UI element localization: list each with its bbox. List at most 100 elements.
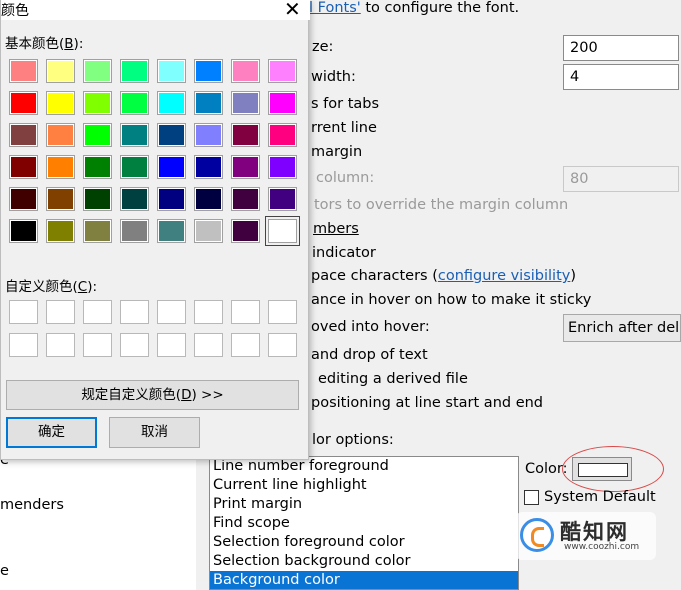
tab-width-input[interactable]: 4	[563, 64, 679, 90]
list-item[interactable]: Find scope	[210, 514, 518, 533]
color-swatch[interactable]	[83, 219, 112, 243]
custom-color-swatch[interactable]	[120, 333, 149, 357]
color-swatch[interactable]	[9, 187, 38, 211]
custom-color-swatch[interactable]	[268, 300, 297, 324]
custom-color-swatch[interactable]	[194, 333, 223, 357]
color-swatch[interactable]	[83, 155, 112, 179]
color-swatch[interactable]	[194, 91, 223, 115]
warn-derived-file-label[interactable]: editing a derived file	[318, 371, 468, 387]
color-swatch[interactable]	[231, 219, 260, 243]
color-swatch[interactable]	[83, 91, 112, 115]
colors-fonts-link[interactable]: l Fonts'	[309, 0, 361, 16]
color-swatch[interactable]	[83, 123, 112, 147]
custom-color-swatch[interactable]	[9, 300, 38, 324]
color-swatch[interactable]	[231, 187, 260, 211]
list-item[interactable]: Selection foreground color	[210, 533, 518, 552]
list-item-selected[interactable]: Background color	[210, 571, 518, 589]
color-swatch[interactable]	[9, 155, 38, 179]
color-swatch[interactable]	[231, 91, 260, 115]
custom-color-swatch[interactable]	[157, 333, 186, 357]
custom-color-swatch[interactable]	[120, 300, 149, 324]
show-line-numbers-label[interactable]: mbers	[313, 221, 359, 237]
color-swatch[interactable]	[268, 155, 297, 179]
color-swatch[interactable]	[157, 155, 186, 179]
color-swatch[interactable]	[46, 187, 75, 211]
color-swatch[interactable]	[268, 187, 297, 211]
custom-color-swatch[interactable]	[83, 333, 112, 357]
custom-color-swatch[interactable]	[268, 333, 297, 357]
color-swatch[interactable]	[120, 219, 149, 243]
watermark: 酷知网 www.coozhi.com	[516, 512, 656, 560]
color-swatch[interactable]	[231, 123, 260, 147]
color-swatch[interactable]	[194, 155, 223, 179]
color-swatch[interactable]	[46, 123, 75, 147]
ok-button[interactable]: 确定	[6, 417, 97, 448]
custom-color-swatch[interactable]	[231, 300, 260, 324]
color-swatch[interactable]	[9, 59, 38, 83]
color-dialog: 颜色 ✕ 基本颜色(B): 自定义颜色(C): 规定自定义颜色(D) >> 确定…	[0, 0, 310, 460]
color-swatch[interactable]	[120, 123, 149, 147]
custom-color-swatch[interactable]	[157, 300, 186, 324]
color-swatch[interactable]	[268, 59, 297, 83]
close-icon[interactable]: ✕	[284, 0, 301, 21]
color-swatch[interactable]	[120, 187, 149, 211]
tree-item[interactable]: menders	[0, 497, 64, 513]
color-swatch[interactable]	[46, 155, 75, 179]
system-default-label[interactable]: System Default	[544, 489, 656, 505]
cancel-button[interactable]: 取消	[109, 417, 200, 448]
color-swatch[interactable]	[9, 91, 38, 115]
color-swatch[interactable]	[9, 123, 38, 147]
color-swatch[interactable]	[83, 187, 112, 211]
dialog-title: 颜色	[1, 3, 29, 19]
color-swatch[interactable]	[46, 219, 75, 243]
custom-color-swatch[interactable]	[46, 333, 75, 357]
insert-spaces-label[interactable]: s for tabs	[311, 96, 379, 112]
system-default-checkbox[interactable]	[524, 490, 539, 505]
color-swatch[interactable]	[120, 155, 149, 179]
custom-color-swatch[interactable]	[9, 333, 38, 357]
selected-swatch-frame	[265, 216, 300, 246]
color-swatch[interactable]	[46, 91, 75, 115]
list-item[interactable]: Print margin	[210, 495, 518, 514]
color-swatch[interactable]	[120, 91, 149, 115]
color-swatch[interactable]	[194, 59, 223, 83]
basic-colors-label: 基本颜色(B):	[5, 36, 84, 52]
color-swatch[interactable]	[157, 123, 186, 147]
smart-caret-label[interactable]: positioning at line start and end	[311, 395, 543, 411]
hover-enrich-select[interactable]: Enrich after delay	[563, 314, 681, 342]
color-swatch[interactable]	[157, 91, 186, 115]
color-swatch[interactable]	[194, 219, 223, 243]
color-swatch[interactable]	[268, 123, 297, 147]
color-swatch[interactable]	[157, 59, 186, 83]
color-swatch[interactable]	[157, 219, 186, 243]
color-options-list[interactable]: Line number foreground Current line high…	[209, 456, 519, 590]
custom-color-swatch[interactable]	[194, 300, 223, 324]
highlight-current-line-label[interactable]: rrent line	[311, 120, 377, 136]
list-item[interactable]: Selection background color	[210, 552, 518, 571]
color-swatch[interactable]	[231, 155, 260, 179]
override-margin-label: tors to override the margin column	[314, 197, 569, 213]
custom-color-swatch[interactable]	[46, 300, 75, 324]
show-range-indicator-label[interactable]: indicator	[312, 245, 376, 261]
color-swatch[interactable]	[120, 59, 149, 83]
font-size-input[interactable]: 200	[563, 35, 679, 61]
color-swatch[interactable]	[194, 187, 223, 211]
color-swatch[interactable]	[194, 123, 223, 147]
color-swatch[interactable]	[268, 91, 297, 115]
color-swatch[interactable]	[46, 59, 75, 83]
custom-color-swatch[interactable]	[83, 300, 112, 324]
color-swatch[interactable]	[83, 59, 112, 83]
show-whitespace-label[interactable]: pace characters (configure visibility)	[311, 268, 576, 284]
color-swatch[interactable]	[157, 187, 186, 211]
custom-color-swatch[interactable]	[231, 333, 260, 357]
color-swatch[interactable]	[9, 219, 38, 243]
hover-sticky-label[interactable]: ance in hover on how to make it sticky	[311, 292, 591, 308]
define-custom-colors-button[interactable]: 规定自定义颜色(D) >>	[6, 380, 299, 410]
margin-column-input: 80	[563, 166, 679, 192]
show-print-margin-label[interactable]: margin	[311, 144, 362, 160]
tree-item[interactable]: e	[0, 563, 9, 579]
list-item[interactable]: Current line highlight	[210, 476, 518, 495]
configure-visibility-link[interactable]: configure visibility	[438, 268, 570, 284]
drag-drop-label[interactable]: and drop of text	[311, 347, 428, 363]
color-swatch[interactable]	[231, 59, 260, 83]
